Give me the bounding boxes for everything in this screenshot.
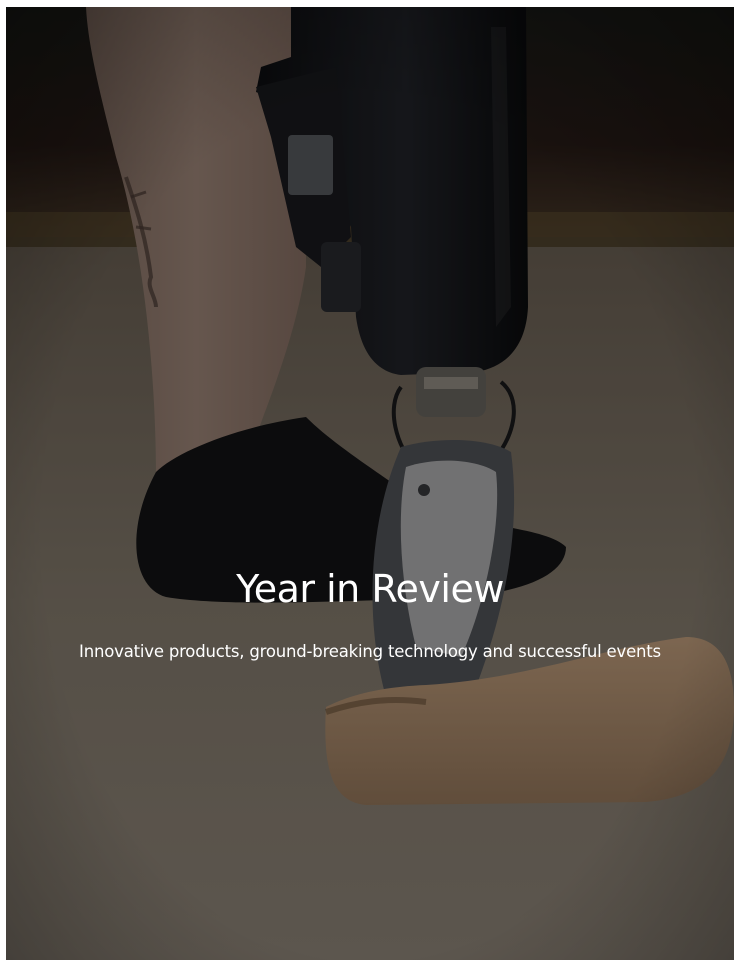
hero-banner: Year in Review Innovative products, grou… [6,7,734,960]
hero-title: Year in Review [236,567,504,611]
hero-dark-overlay [6,7,734,960]
hero-subtitle: Innovative products, ground-breaking tec… [79,642,661,661]
